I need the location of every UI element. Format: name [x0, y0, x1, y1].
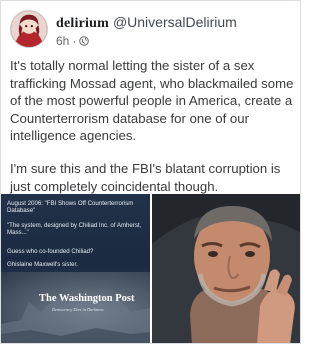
- man-photo-image[interactable]: [152, 194, 300, 343]
- news-answer: Ghislaine Maxwell's sister.: [7, 261, 78, 268]
- handle[interactable]: @UniversalDelirium: [113, 14, 237, 30]
- washington-post-logo: The Washington Post: [39, 293, 135, 304]
- avatar-image: [11, 11, 47, 47]
- man-with-hand-on-neck-icon: [152, 194, 300, 343]
- post-body: It's totally normal letting the sister o…: [10, 57, 294, 210]
- timestamp[interactable]: 6h: [56, 34, 69, 48]
- post-card: delirium @UniversalDelirium 6h · It's tot…: [0, 0, 301, 344]
- post-meta: 6h ·: [56, 34, 90, 48]
- news-headline: August 2006: "FBI Shows Off Counterterro…: [7, 200, 134, 215]
- globe-icon: [79, 36, 90, 46]
- post-paragraph-2: I'm sure this and the FBI's blatant corr…: [10, 160, 281, 194]
- meta-separator: ·: [72, 34, 77, 48]
- display-name[interactable]: delirium: [56, 16, 109, 31]
- avatar[interactable]: [10, 10, 48, 48]
- news-question: Guess who co-founded Chiliad?: [7, 248, 94, 255]
- news-screenshot-image[interactable]: August 2006: "FBI Shows Off Counterterro…: [1, 194, 150, 343]
- post-paragraph-1: It's totally normal letting the sister o…: [10, 58, 294, 144]
- author-line: delirium @UniversalDelirium: [56, 14, 237, 32]
- post-header: delirium @UniversalDelirium 6h ·: [10, 10, 295, 50]
- news-quote: "The system, designed by Chiliad Inc. of…: [7, 222, 142, 237]
- washington-post-tagline: Democracy Dies in Darkness: [52, 307, 104, 312]
- post-images: August 2006: "FBI Shows Off Counterterro…: [1, 194, 300, 343]
